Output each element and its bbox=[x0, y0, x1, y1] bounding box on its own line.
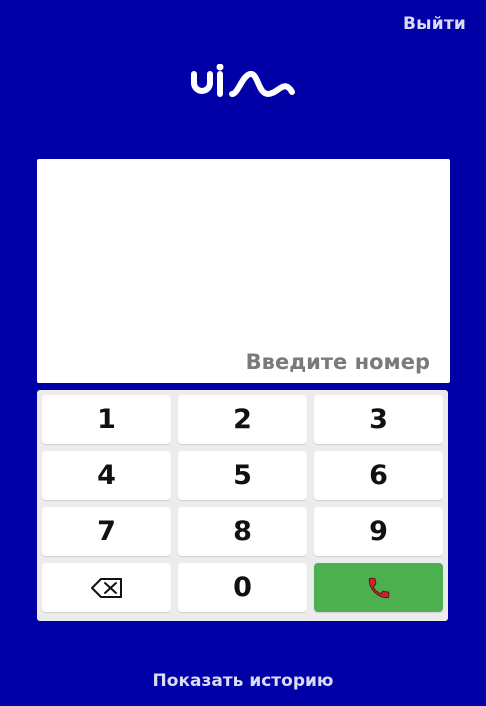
uis-logo-icon bbox=[191, 64, 295, 97]
call-button[interactable] bbox=[314, 563, 443, 612]
backspace-icon bbox=[90, 577, 122, 598]
key-7[interactable]: 7 bbox=[42, 507, 171, 556]
key-2[interactable]: 2 bbox=[178, 395, 307, 444]
key-0[interactable]: 0 bbox=[178, 563, 307, 612]
key-4[interactable]: 4 bbox=[42, 451, 171, 500]
show-history-link[interactable]: Показать историю bbox=[0, 671, 486, 691]
key-9[interactable]: 9 bbox=[314, 507, 443, 556]
phone-icon bbox=[368, 577, 389, 598]
key-1[interactable]: 1 bbox=[42, 395, 171, 444]
key-3[interactable]: 3 bbox=[314, 395, 443, 444]
dial-keypad: 1 2 3 4 5 6 7 8 9 0 bbox=[37, 390, 448, 621]
key-5[interactable]: 5 bbox=[178, 451, 307, 500]
key-6[interactable]: 6 bbox=[314, 451, 443, 500]
key-8[interactable]: 8 bbox=[178, 507, 307, 556]
backspace-button[interactable] bbox=[42, 563, 171, 612]
logout-link[interactable]: Выйти bbox=[403, 14, 466, 34]
phone-number-input[interactable] bbox=[49, 347, 430, 377]
number-display bbox=[37, 159, 450, 383]
